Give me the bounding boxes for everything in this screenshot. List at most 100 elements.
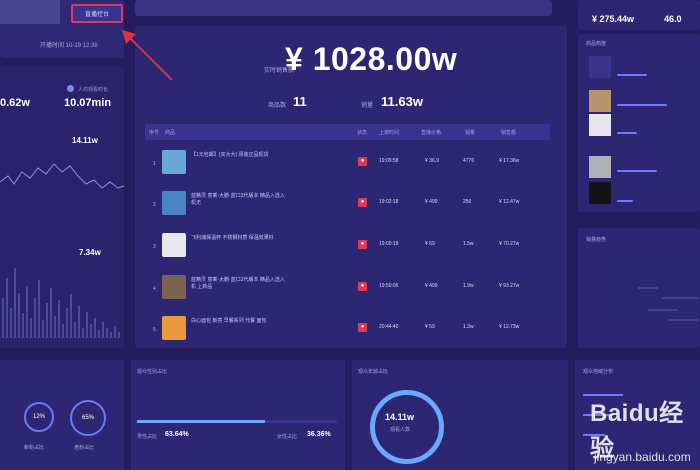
status-icon: ● xyxy=(358,240,367,249)
male-bar xyxy=(137,420,265,423)
product-image xyxy=(162,275,186,299)
goods-thumbnail xyxy=(589,182,611,204)
goods-thumbnail xyxy=(589,156,611,178)
product-name[interactable]: 蓝精灵 意乘·大鹏·蓝口2代版本 精品入选入机 上新品 xyxy=(191,277,287,291)
annotation-arrow xyxy=(122,30,173,81)
right-top-panel: ¥ 275.44w 46.0 xyxy=(578,0,700,30)
goods-count-label: 商品数 xyxy=(268,103,287,109)
row-time: 19:02:18 xyxy=(379,199,399,205)
table-row[interactable]: 2 蓝精灵 意乘·大鹏·蓝口2代版本 精品入选入机无 ● 19:02:18 ¥ … xyxy=(145,187,550,225)
th-status: 状态 xyxy=(357,130,368,136)
user-icon xyxy=(67,85,74,92)
status-icon: ● xyxy=(358,282,367,291)
goods-heat-bar xyxy=(617,132,637,134)
male-value: 63.64% xyxy=(165,431,189,438)
fans-ratio-panel: 12% 新粉占比 65% 老粉占比 xyxy=(0,360,124,470)
stat-right-label: 人均观看时长 xyxy=(78,87,109,93)
row-index: 2 xyxy=(153,202,156,208)
viewers-ring-value: 14.11w xyxy=(385,412,415,422)
product-name[interactable]: 白心面包 板亮 早餐系列 代餐 面包 xyxy=(191,318,287,325)
goods-thumbnail xyxy=(589,114,611,136)
th-index: 序号 xyxy=(149,130,160,136)
goods-count-value: 11 xyxy=(293,94,307,109)
viewers-ring-label: 观看人数 xyxy=(390,427,411,433)
table-row[interactable]: 4 蓝精灵 意乘·大鹏·蓝口2代版本 精品入选入机 上新品 ● 19:50:06… xyxy=(145,271,550,309)
goods-thumbnail xyxy=(589,56,611,78)
product-name[interactable]: 飞利浦保温杯 不锈钢材质 保温效果好 xyxy=(191,235,287,242)
hot-goods-title: 商品热度 xyxy=(586,41,607,47)
th-goods: 商品 xyxy=(165,130,176,136)
region-title: 观众地域分布 xyxy=(583,369,614,375)
product-image xyxy=(162,233,186,257)
left-stats-panel: 0.62w 人均观看时长 10.07min 14.11w 7.34w xyxy=(0,66,124,348)
trend-sparkline xyxy=(638,287,698,321)
orders-value: 11.63w xyxy=(381,94,423,109)
row-amount: ¥ 17.36w xyxy=(499,158,520,164)
age-title: 观众年龄占比 xyxy=(358,369,389,375)
goods-thumbnail xyxy=(589,90,611,112)
orders-label: 销量 xyxy=(361,103,374,109)
stat-left-value: 0.62w xyxy=(0,97,30,109)
sales-value: ¥ 1028.00w xyxy=(285,41,458,77)
female-value: 36.36% xyxy=(307,431,331,438)
goods-heat-bar xyxy=(617,74,647,76)
new-fans-ring: 12% xyxy=(24,402,54,432)
table-row[interactable]: 3 飞利浦保温杯 不锈钢材质 保温效果好 ● 19:00:18 ¥ 69 1.5… xyxy=(145,229,550,267)
row-price: ¥ 499 xyxy=(425,283,438,289)
row-price: ¥ 499 xyxy=(425,199,438,205)
gender-bar-track xyxy=(137,420,337,423)
table-row[interactable]: 1 【1元包邮】(买大大) 原装正品现货 ● 19:09:58 ¥ 36.9 4… xyxy=(145,146,550,184)
trend-title: 销量趋势 xyxy=(586,237,607,243)
goods-heat-bar xyxy=(617,104,667,106)
hot-goods-panel: 商品热度 xyxy=(578,34,700,212)
row-amount: ¥ 93.27w xyxy=(499,283,520,289)
row-amount: ¥ 70.27w xyxy=(499,241,520,247)
gender-title: 观众性别占比 xyxy=(137,369,168,375)
row-qty: 256 xyxy=(463,199,472,205)
goods-table-header: 序号 商品 状态 上架时间 直播价格 销量 销售额 xyxy=(145,124,550,140)
row-amount: ¥ 12.47w xyxy=(499,199,520,205)
row-price: ¥ 69 xyxy=(425,241,435,247)
old-fans-ring: 65% xyxy=(70,400,106,436)
goods-heat-bar xyxy=(617,170,657,172)
th-amount: 销售额 xyxy=(501,130,517,136)
row-price: ¥ 36.9 xyxy=(425,158,439,164)
center-top-bar xyxy=(135,0,552,16)
row-price: ¥ 59 xyxy=(425,324,435,330)
row-amount: ¥ 12.73w xyxy=(499,324,520,330)
watermark-url: jingyan.baidu.com xyxy=(594,450,691,464)
product-image xyxy=(162,191,186,215)
female-label: 女性占比 xyxy=(277,434,298,440)
live-start-time: 开播时间 10-19 12:39 xyxy=(40,43,98,49)
th-time: 上架时间 xyxy=(379,130,400,136)
old-fans-label: 老粉占比 xyxy=(74,445,95,451)
product-image xyxy=(162,150,186,174)
viewers-line-chart xyxy=(0,163,124,189)
metric-sales-value: 7.34w xyxy=(79,248,101,257)
row-index: 3 xyxy=(153,244,156,250)
row-time: 19:00:18 xyxy=(379,241,399,247)
sales-overview-panel: 实时销售额 ¥ 1028.00w 商品数 11 销量 11.63w 序号 商品 … xyxy=(135,26,567,348)
row-index: 5 xyxy=(153,327,156,333)
row-time: 20:44:40 xyxy=(379,324,399,330)
th-price: 直播价格 xyxy=(421,130,442,136)
stat-right-value: 10.07min xyxy=(64,97,112,109)
new-fans-label: 新粉占比 xyxy=(24,445,45,451)
product-image xyxy=(162,316,186,340)
live-info-panel: 直播控台 开播时间 10-19 12:39 xyxy=(0,0,124,58)
status-icon: ● xyxy=(358,157,367,166)
product-name[interactable]: 蓝精灵 意乘·大鹏·蓝口2代版本 精品入选入机无 xyxy=(191,193,287,207)
row-time: 19:50:06 xyxy=(379,283,399,289)
live-control-button[interactable]: 直播控台 xyxy=(71,4,123,23)
row-time: 19:09:58 xyxy=(379,158,399,164)
row-qty: 1.5w xyxy=(463,241,474,247)
row-qty: 4776 xyxy=(463,158,475,164)
th-qty: 销量 xyxy=(465,130,476,136)
right-top-value2: 46.0 xyxy=(664,14,682,24)
goods-heat-bar xyxy=(617,200,633,202)
row-index: 1 xyxy=(153,161,156,167)
table-row[interactable]: 5 白心面包 板亮 早餐系列 代餐 面包 ● 20:44:40 ¥ 59 1.3… xyxy=(145,312,550,350)
row-qty: 1.3w xyxy=(463,324,474,330)
product-name[interactable]: 【1元包邮】(买大大) 原装正品现货 xyxy=(191,152,287,159)
status-icon: ● xyxy=(358,323,367,332)
